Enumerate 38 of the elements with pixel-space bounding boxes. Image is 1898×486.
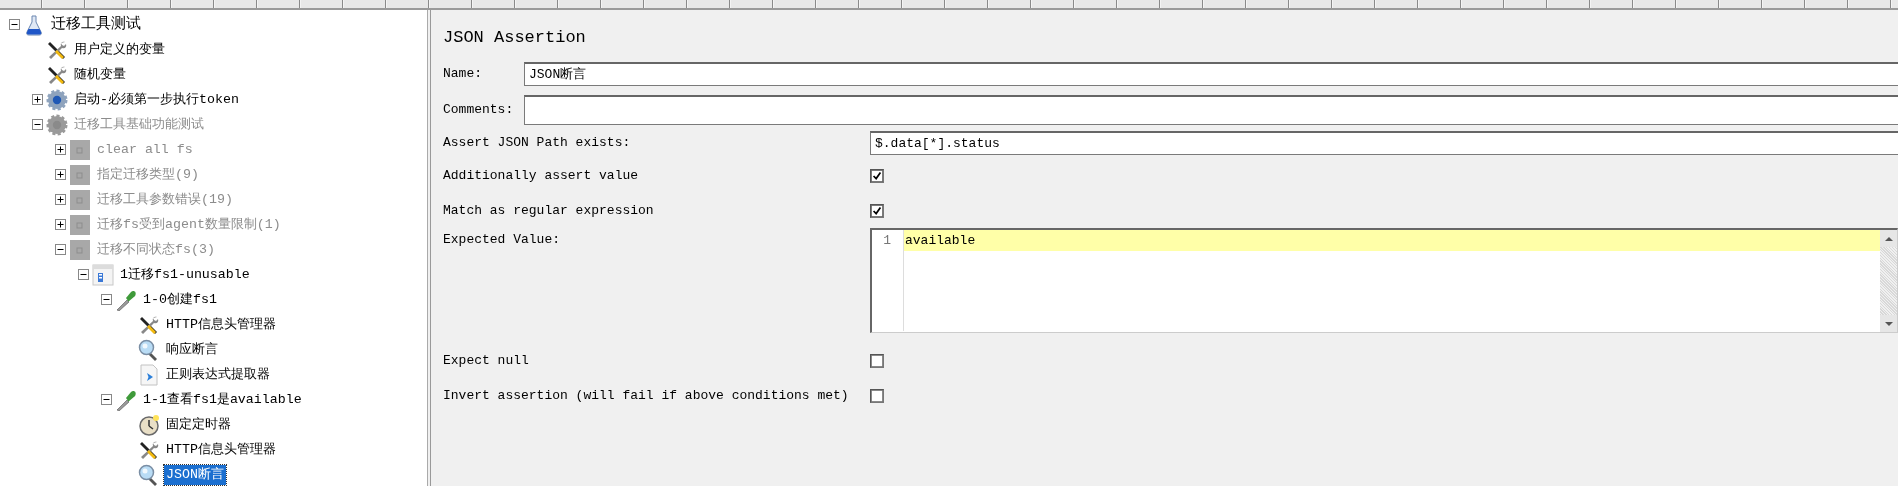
tree-item[interactable]: 随机变量	[72, 64, 128, 85]
pipette-icon	[115, 288, 137, 311]
flask-icon	[23, 13, 45, 36]
field-label: Additionally assert value	[443, 166, 640, 185]
text-field[interactable]	[524, 95, 1898, 125]
expand-toggle-icon[interactable]	[31, 94, 43, 105]
field-label: Name:	[443, 65, 483, 84]
document-arrow-icon	[138, 363, 160, 386]
tree-item[interactable]: 用户定义的变量	[72, 39, 167, 60]
field-label: Expect null	[443, 351, 530, 370]
field-label: Match as regular expression	[443, 201, 655, 220]
list-icon	[92, 263, 114, 286]
pipette-icon	[115, 388, 137, 411]
clock-icon	[138, 413, 160, 436]
gear-icon	[46, 113, 68, 136]
field-label: Assert JSON Path exists:	[443, 134, 632, 153]
checkbox[interactable]	[870, 388, 884, 403]
collapse-toggle-icon[interactable]	[8, 19, 20, 30]
box-icon	[69, 188, 91, 211]
box-icon	[69, 213, 91, 236]
scrollbar[interactable]	[1880, 230, 1897, 332]
field-label: Invert assertion (will fail if above conditions met)	[443, 386, 850, 405]
box-icon	[69, 238, 91, 261]
panel-title: JSON Assertion	[443, 27, 587, 49]
checkbox[interactable]	[870, 203, 884, 218]
checkbox[interactable]	[870, 353, 884, 368]
box-icon	[69, 138, 91, 161]
path-field[interactable]: $.data[*].status	[870, 131, 1898, 155]
field-label: Comments:	[443, 101, 515, 120]
tree-item[interactable]: 迁移工具测试	[49, 14, 143, 35]
code-editor[interactable]: 1 available	[870, 228, 1898, 333]
text-field[interactable]: JSON断言	[524, 62, 1898, 86]
gear-icon	[46, 88, 68, 111]
tree-item[interactable]: 启动-必须第一步执行token	[72, 89, 241, 110]
checkbox[interactable]	[870, 168, 884, 183]
box-icon	[69, 163, 91, 186]
magnifier-icon	[138, 338, 160, 361]
field-label: Expected Value:	[443, 231, 562, 249]
